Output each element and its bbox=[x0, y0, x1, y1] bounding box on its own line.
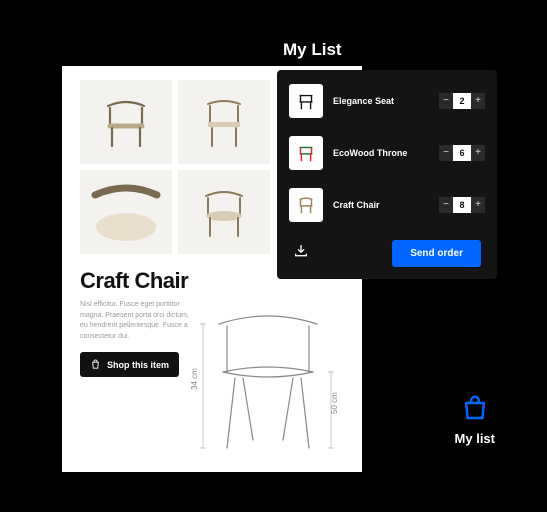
quantity-value: 2 bbox=[453, 93, 471, 109]
item-thumbnail[interactable] bbox=[289, 84, 323, 118]
increment-button[interactable]: + bbox=[471, 93, 485, 109]
send-order-button[interactable]: Send order bbox=[392, 240, 481, 267]
quantity-value: 8 bbox=[453, 197, 471, 213]
my-list-launcher[interactable]: My list bbox=[455, 393, 495, 446]
product-gallery bbox=[80, 80, 270, 254]
item-name: EcoWood Throne bbox=[333, 148, 429, 158]
bag-icon bbox=[460, 393, 490, 423]
download-icon[interactable] bbox=[293, 243, 309, 264]
my-list-body: Elegance Seat − 2 + EcoWood Throne − 6 bbox=[277, 70, 497, 279]
decrement-button[interactable]: − bbox=[439, 145, 453, 161]
shop-button-label: Shop this item bbox=[107, 360, 169, 370]
quantity-stepper: − 8 + bbox=[439, 197, 485, 213]
quantity-stepper: − 2 + bbox=[439, 93, 485, 109]
dimension-height: 34 cm bbox=[190, 368, 199, 390]
quantity-value: 6 bbox=[453, 145, 471, 161]
increment-button[interactable]: + bbox=[471, 145, 485, 161]
chair-icon bbox=[194, 92, 254, 152]
chair-icon bbox=[295, 194, 317, 216]
dimension-depth: 50 cm bbox=[330, 392, 339, 414]
increment-button[interactable]: + bbox=[471, 197, 485, 213]
item-thumbnail[interactable] bbox=[289, 136, 323, 170]
shop-button[interactable]: Shop this item bbox=[80, 352, 179, 377]
gallery-tile[interactable] bbox=[80, 80, 172, 164]
chair-icon bbox=[194, 182, 254, 242]
item-thumbnail[interactable] bbox=[289, 188, 323, 222]
item-name: Elegance Seat bbox=[333, 96, 429, 106]
my-list-launcher-label: My list bbox=[455, 431, 495, 446]
my-list-footer: Send order bbox=[289, 240, 485, 267]
chair-icon bbox=[295, 142, 317, 164]
decrement-button[interactable]: − bbox=[439, 197, 453, 213]
list-item: Craft Chair − 8 + bbox=[289, 188, 485, 222]
list-item: Elegance Seat − 2 + bbox=[289, 84, 485, 118]
quantity-stepper: − 6 + bbox=[439, 145, 485, 161]
decrement-button[interactable]: − bbox=[439, 93, 453, 109]
product-description: Nisl efficitur. Fusce eget porttitor mag… bbox=[80, 300, 190, 342]
bag-icon bbox=[90, 359, 101, 370]
item-name: Craft Chair bbox=[333, 200, 429, 210]
chair-detail-icon bbox=[91, 177, 161, 247]
gallery-tile[interactable] bbox=[178, 170, 270, 254]
dimension-diagram: 34 cm 50 cm bbox=[183, 290, 348, 460]
gallery-tile[interactable] bbox=[178, 80, 270, 164]
list-item: EcoWood Throne − 6 + bbox=[289, 136, 485, 170]
my-list-panel: My List Elegance Seat − 2 + bbox=[277, 40, 497, 279]
gallery-tile[interactable] bbox=[80, 170, 172, 254]
chair-icon bbox=[96, 92, 156, 152]
chair-icon bbox=[295, 90, 317, 112]
my-list-title: My List bbox=[283, 40, 497, 60]
